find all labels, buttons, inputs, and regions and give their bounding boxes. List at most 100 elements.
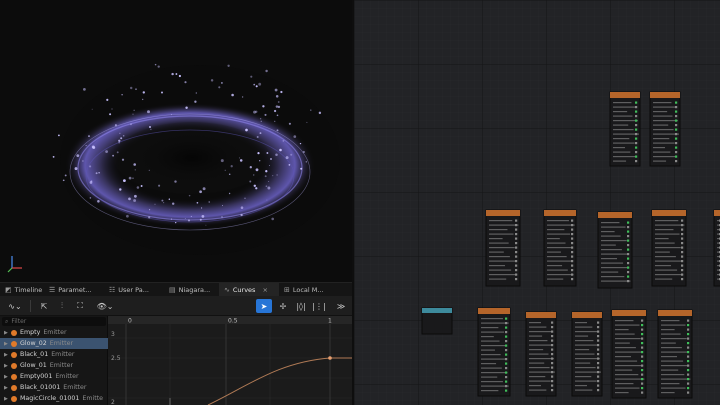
graph-node[interactable] — [609, 91, 641, 167]
particle-sparkle — [129, 86, 133, 90]
particle-sparkle — [118, 142, 120, 144]
particle-sparkle — [170, 218, 173, 220]
particle-sparkle — [122, 179, 126, 183]
particle-sparkle — [142, 91, 145, 94]
list-item[interactable]: ▶ Glow_02 Emitter — [0, 338, 108, 349]
tab-niagara-log[interactable]: ▤ Niagara... — [164, 283, 219, 297]
particle-sparkle — [208, 201, 210, 203]
curve-view-dropdown[interactable]: ∿⌄ — [5, 299, 25, 313]
multi-select-tool-icon[interactable]: |⋮| — [312, 299, 326, 313]
curve-graph[interactable]: 0 0.5 1 3 2.5 2 — [108, 316, 352, 405]
particle-sparkle — [318, 111, 322, 115]
expand-arrow-icon[interactable]: ▶ — [4, 341, 8, 347]
list-item[interactable]: ▶ Empty001 Emitter — [0, 371, 108, 382]
particle-sparkle — [201, 207, 203, 209]
tab-parameters[interactable]: ☰ Paramet... — [44, 283, 104, 297]
graph-node[interactable] — [485, 209, 521, 287]
particle-sparkle — [154, 63, 157, 66]
graph-node[interactable] — [477, 307, 511, 397]
particle-sparkle — [133, 194, 137, 198]
graph-node[interactable] — [649, 91, 681, 167]
list-item[interactable]: ▶ Black_01001 Emitter — [0, 382, 108, 393]
preview-viewport[interactable] — [0, 0, 352, 282]
frame-icon[interactable]: ⛶ — [73, 299, 87, 313]
particle-sparkle — [184, 218, 186, 220]
particle-sparkle — [82, 160, 84, 162]
particle-sparkle — [270, 158, 272, 160]
curve-key[interactable] — [328, 356, 332, 360]
particle-sparkle — [148, 125, 152, 129]
expand-arrow-icon[interactable]: ▶ — [4, 330, 8, 336]
particle-sparkle — [140, 185, 143, 187]
particle-sparkle — [97, 200, 100, 203]
expand-arrow-icon[interactable]: ▶ — [4, 385, 8, 391]
particle-sparkle — [118, 139, 121, 142]
particle-sparkle — [98, 172, 100, 174]
particle-sparkle — [111, 108, 113, 110]
pan-icon[interactable]: ⫶ — [56, 299, 68, 313]
list-item[interactable]: ▶ Glow_01 Emitter — [0, 360, 108, 371]
particle-sparkle — [228, 192, 231, 195]
particle-sparkle — [255, 110, 258, 113]
close-icon[interactable]: × — [262, 286, 267, 294]
transform-tool-icon[interactable]: ✢ — [276, 299, 290, 313]
expand-arrow-icon[interactable]: ▶ — [4, 374, 8, 380]
emitter-node-graph[interactable] — [352, 0, 720, 405]
node-graph-canvas — [354, 0, 720, 405]
particle-sparkle — [88, 135, 90, 137]
particle-sparkle — [116, 151, 119, 154]
emitter-icon — [11, 340, 17, 347]
search-icon: ⌕ — [5, 317, 9, 325]
list-item[interactable]: ▶ MagicCircle_01001 Emitte — [0, 393, 108, 404]
particle-sparkle — [83, 88, 86, 91]
emitter-icon — [11, 329, 17, 336]
tab-timeline[interactable]: ◩ Timeline — [0, 283, 44, 297]
graph-node[interactable] — [713, 209, 720, 287]
particle-sparkle — [133, 163, 136, 166]
more-options-icon[interactable]: ≫ — [334, 299, 348, 313]
expand-arrow-icon[interactable]: ▶ — [4, 363, 8, 369]
graph-node[interactable] — [597, 211, 633, 289]
select-tool-icon[interactable]: ➤ — [256, 299, 272, 313]
particle-sparkle — [196, 201, 199, 204]
particle-sparkle — [158, 184, 161, 187]
particle-sparkle — [185, 106, 188, 109]
graph-node[interactable] — [525, 311, 557, 397]
particle-sparkle — [135, 88, 137, 90]
particle-sparkle — [161, 199, 164, 202]
graph-input-node[interactable] — [421, 307, 453, 335]
particle-sparkle — [239, 159, 243, 162]
particle-sparkle — [175, 221, 177, 224]
list-item[interactable]: ▶ Empty Emitter — [0, 327, 108, 338]
curve-emitter-list: ⌕ Filter ▶ Empty Emitter ▶ Glow_02 Emitter… — [0, 316, 108, 405]
retime-tool-icon[interactable]: |◊| — [294, 299, 308, 313]
expand-arrow-icon[interactable]: ▶ — [4, 352, 8, 358]
particle-sparkle — [64, 174, 67, 177]
particle-sparkle — [264, 113, 267, 116]
expand-arrow-icon[interactable]: ▶ — [4, 396, 8, 402]
particle-sparkle — [163, 202, 165, 204]
particle-sparkle — [201, 215, 205, 218]
graph-node[interactable] — [651, 209, 687, 287]
particle-sparkle — [276, 174, 278, 176]
tab-curves[interactable]: ∿ Curves × — [219, 283, 279, 297]
filter-input[interactable]: ⌕ Filter — [2, 317, 106, 326]
particle-sparkle — [95, 172, 98, 175]
particle-sparkle — [250, 75, 253, 78]
particle-sparkle — [85, 145, 87, 146]
tab-local-modules[interactable]: ⊞ Local M... — [279, 283, 339, 297]
graph-node[interactable] — [611, 309, 647, 399]
particle-sparkle — [266, 152, 269, 154]
visibility-dropdown[interactable]: 👁⌄ — [94, 299, 116, 313]
particle-sparkle — [245, 128, 248, 132]
particle-sparkle — [89, 165, 92, 168]
graph-node[interactable] — [571, 311, 603, 397]
list-item[interactable]: ▶ Black_01 Emitter — [0, 349, 108, 360]
curve-x-tick: 0 — [128, 318, 132, 325]
particle-sparkle — [221, 204, 223, 206]
tab-user-parameters[interactable]: ☷ User Pa... — [104, 283, 164, 297]
graph-node[interactable] — [657, 309, 693, 399]
particle-sparkle — [265, 185, 268, 188]
graph-node[interactable] — [543, 209, 577, 287]
select-keys-icon[interactable]: ⇱ — [37, 299, 51, 313]
